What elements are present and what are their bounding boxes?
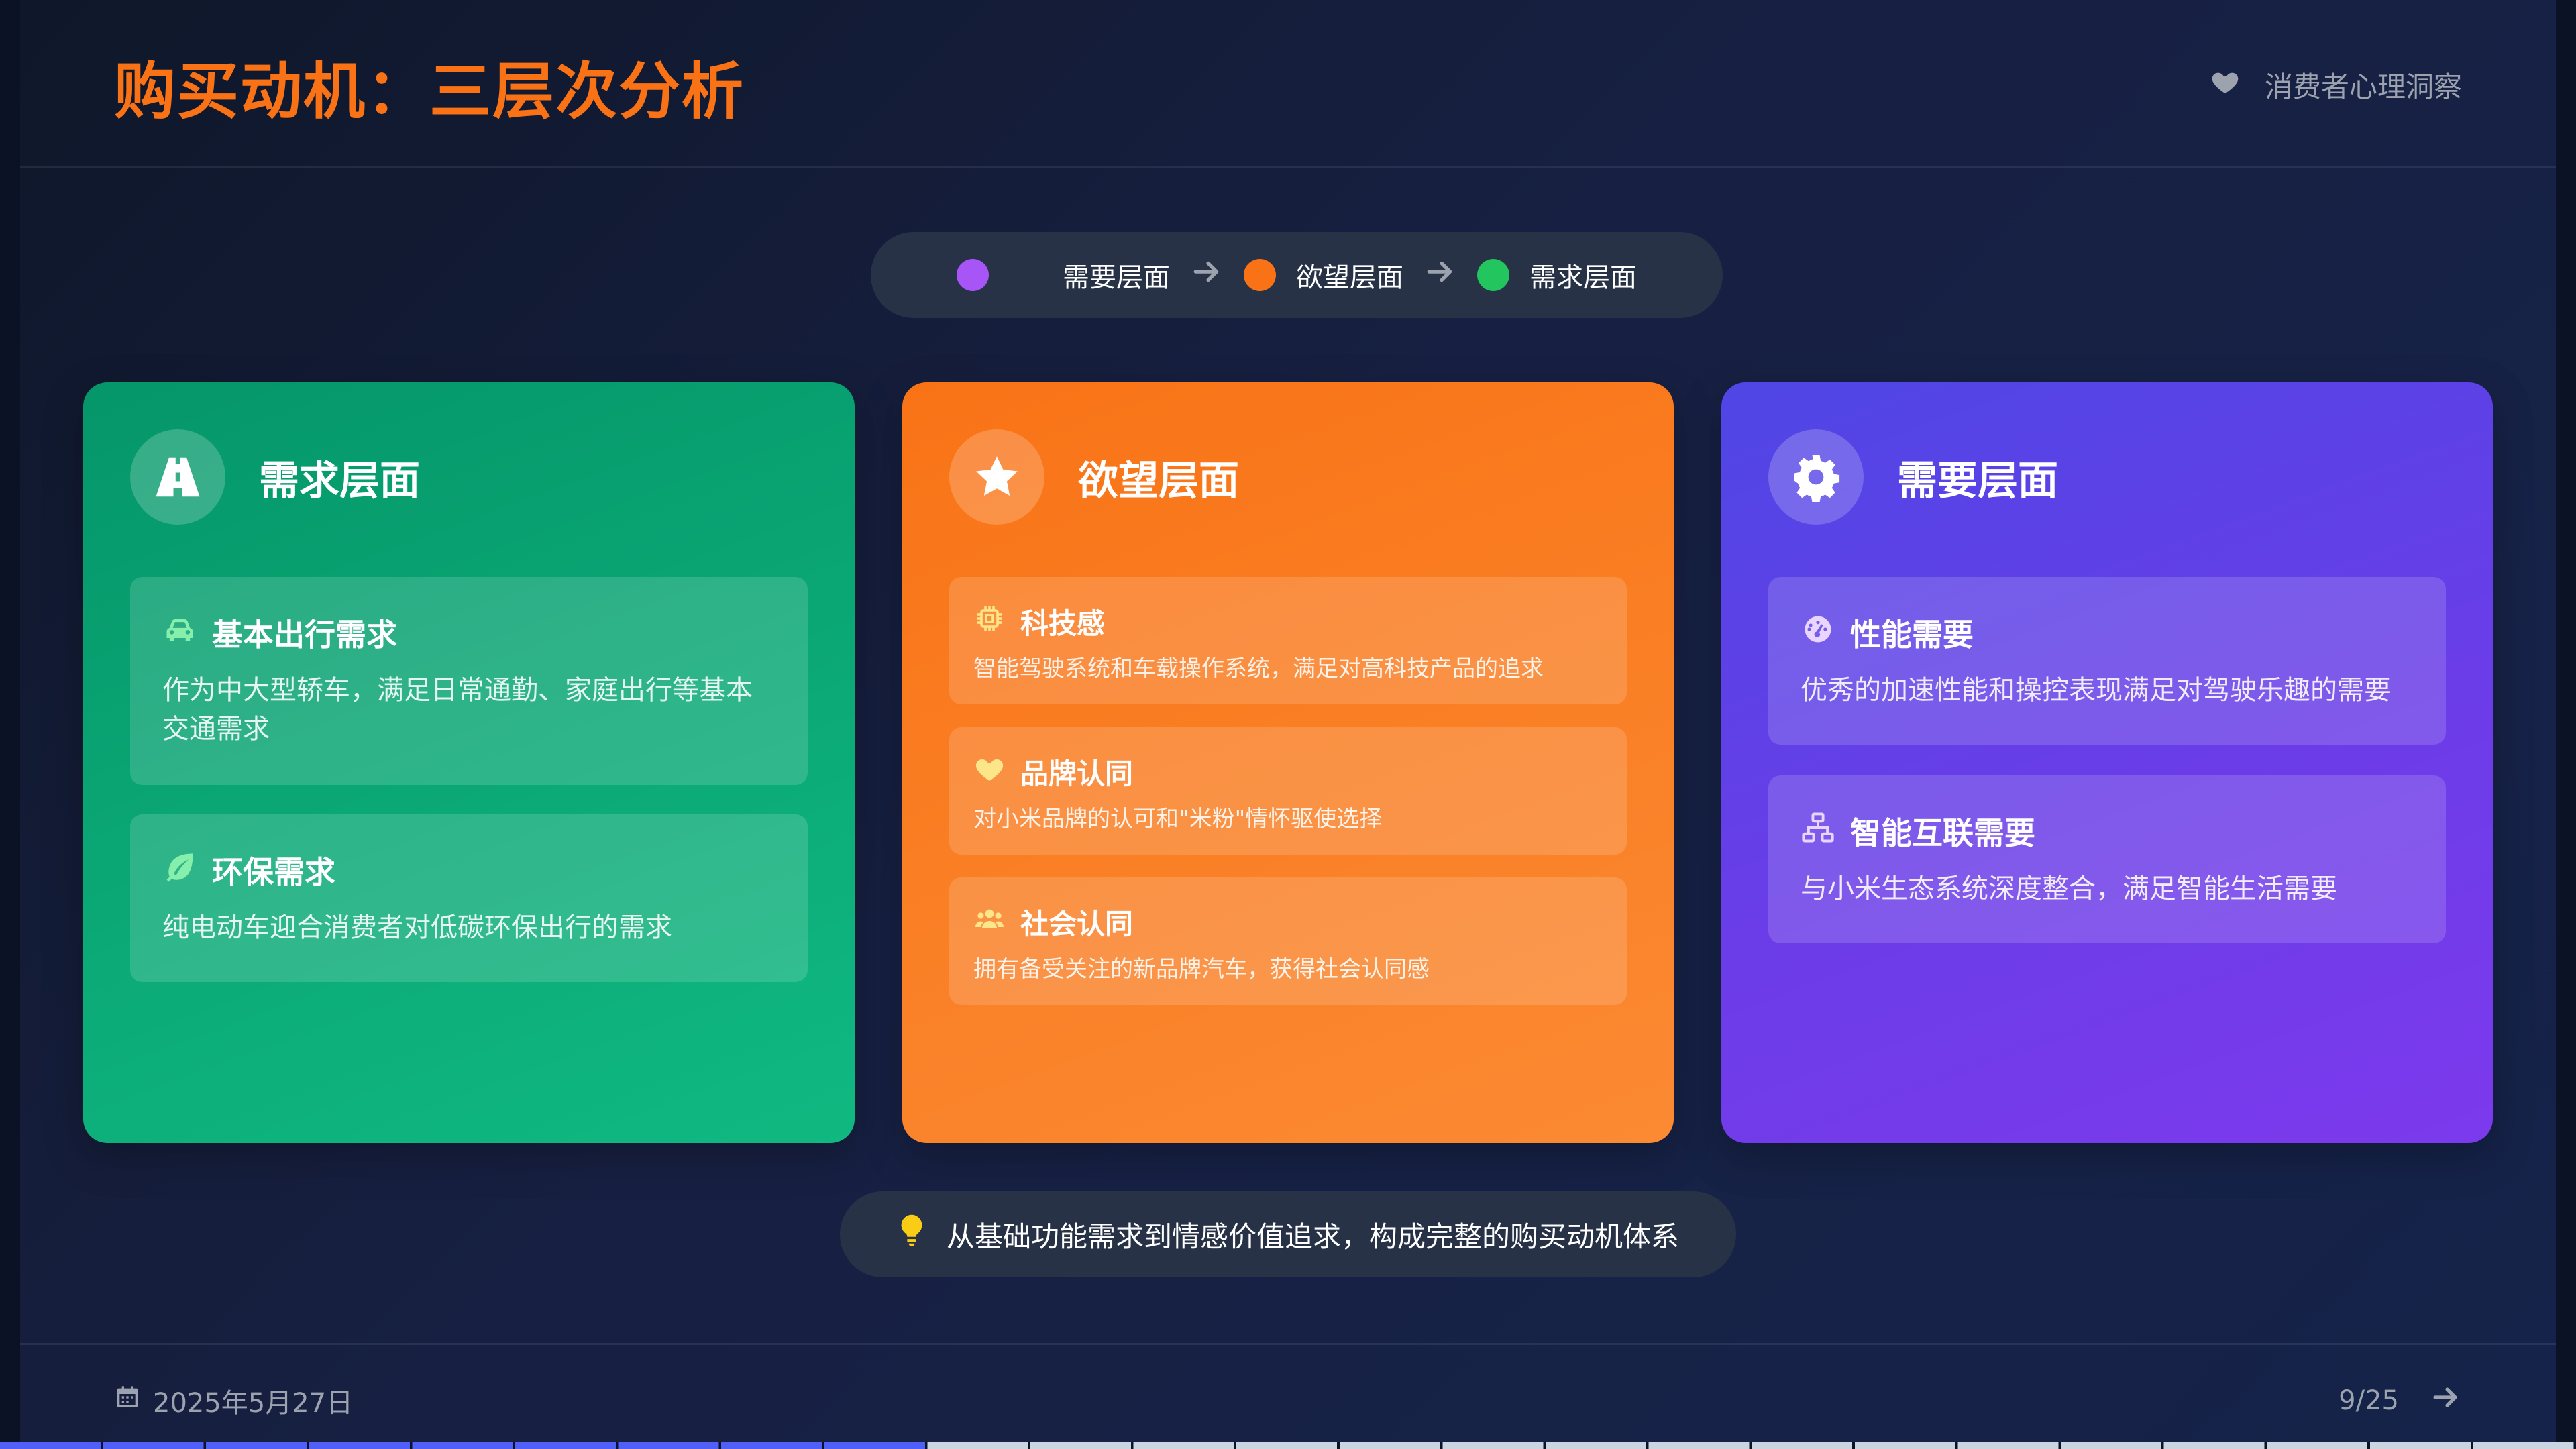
flow-step-demand: 需求层面 <box>1477 256 1637 294</box>
flow-dot-orange <box>1244 259 1276 291</box>
calendar-icon <box>114 1384 141 1417</box>
lightbulb-icon <box>897 1213 926 1256</box>
motive-item: 智能互联需要 与小米生态系统深度整合，满足智能生活需要 <box>1768 775 2446 943</box>
motive-item: 环保需求 纯电动车迎合消费者对低碳环保出行的需求 <box>130 814 808 982</box>
leaf-icon <box>162 849 197 892</box>
motive-item-desc: 对小米品牌的认可和"米粉"情怀驱使选择 <box>973 806 1383 833</box>
motive-item-title: 环保需求 <box>212 854 335 890</box>
motive-item-desc: 与小米生态系统深度整合，满足智能生活需要 <box>1801 873 2337 904</box>
road-icon <box>130 429 225 525</box>
flow-legend: 需要层面 欲望层面 需求层面 <box>871 232 1723 318</box>
motive-item-title: 社会认同 <box>1020 908 1134 941</box>
page-number: 9/25 <box>2339 1385 2399 1416</box>
header-tag-label: 消费者心理洞察 <box>2264 70 2462 103</box>
slide: 购买动机：三层次分析 消费者心理洞察 需要层面 欲望层面 需求层面 需求层面 基… <box>20 0 2556 1449</box>
motive-item-header: 性能需要 <box>1801 610 2414 655</box>
card-header: 需求层面 <box>130 429 420 525</box>
arrow-right-icon <box>1190 255 1224 295</box>
users-icon <box>973 903 1006 942</box>
card-desire-level: 欲望层面 科技感 智能驾驶系统和车载操作系统，满足对高科技产品的追求 品牌认同 … <box>902 382 1674 1143</box>
flow-step-label: 欲望层面 <box>1296 262 1403 293</box>
card-title: 需要层面 <box>1897 457 2058 504</box>
motive-item-title: 品牌认同 <box>1020 757 1134 790</box>
motive-item-title: 基本出行需求 <box>212 616 397 653</box>
motive-item-desc: 作为中大型轿车，满足日常通勤、家庭出行等基本交通需求 <box>162 675 753 745</box>
footer: 2025年5月27日 9/25 <box>20 1343 2556 1449</box>
motive-item: 基本出行需求 作为中大型轿车，满足日常通勤、家庭出行等基本交通需求 <box>130 577 808 785</box>
page-title: 购买动机：三层次分析 <box>114 56 745 127</box>
motive-item-desc: 智能驾驶系统和车载操作系统，满足对高科技产品的追求 <box>973 655 1544 682</box>
flow-dot-purple <box>957 259 989 291</box>
card-header: 欲望层面 <box>949 429 1239 525</box>
flow-step-need: 需要层面 <box>957 256 1170 294</box>
heart-icon <box>2210 66 2241 104</box>
network-icon <box>1801 810 1835 853</box>
gear-icon <box>1768 429 1864 525</box>
header: 购买动机：三层次分析 消费者心理洞察 <box>20 0 2556 168</box>
motive-item-title: 科技感 <box>1020 607 1106 640</box>
flow-step-desire: 欲望层面 <box>1244 256 1403 294</box>
footer-date: 2025年5月27日 <box>114 1381 353 1420</box>
arrow-right-icon <box>1424 255 1457 295</box>
flow-dot-green <box>1477 259 1509 291</box>
motive-item-title: 性能需要 <box>1850 616 1974 653</box>
progress-bar <box>0 1442 2576 1449</box>
motive-item-header: 基本出行需求 <box>162 610 775 655</box>
motive-item-header: 环保需求 <box>162 848 775 892</box>
motive-item: 性能需要 优秀的加速性能和操控表现满足对驾驶乐趣的需要 <box>1768 577 2446 745</box>
flow-step-label: 需求层面 <box>1529 262 1637 293</box>
motive-item-header: 品牌认同 <box>973 751 1603 792</box>
card-title: 需求层面 <box>259 457 420 504</box>
date-label: 2025年5月27日 <box>153 1388 354 1419</box>
card-title: 欲望层面 <box>1078 457 1239 504</box>
card-demand-level: 需求层面 基本出行需求 作为中大型轿车，满足日常通勤、家庭出行等基本交通需求 环… <box>83 382 855 1143</box>
star-icon <box>949 429 1044 525</box>
next-arrow-icon[interactable] <box>2430 1381 2462 1420</box>
motive-item: 品牌认同 对小米品牌的认可和"米粉"情怀驱使选择 <box>949 727 1627 855</box>
header-tag: 消费者心理洞察 <box>2210 64 2462 105</box>
car-icon <box>162 612 197 654</box>
motive-item-header: 社会认同 <box>973 902 1603 943</box>
flow-step-label: 需要层面 <box>1063 262 1170 293</box>
insight-text: 从基础功能需求到情感价值追求，构成完整的购买动机体系 <box>946 1220 1679 1253</box>
gauge-icon <box>1801 612 1835 654</box>
chip-icon <box>973 602 1006 641</box>
motive-item-title: 智能互联需要 <box>1850 815 2035 851</box>
card-header: 需要层面 <box>1768 429 2058 525</box>
motive-item: 社会认同 拥有备受关注的新品牌汽车，获得社会认同感 <box>949 877 1627 1005</box>
motive-item-desc: 纯电动车迎合消费者对低碳环保出行的需求 <box>162 912 672 943</box>
motive-item-desc: 优秀的加速性能和操控表现满足对驾驶乐趣的需要 <box>1801 675 2391 706</box>
progress-ticks <box>0 1442 2576 1449</box>
heart-icon <box>973 753 1006 792</box>
motive-item-header: 智能互联需要 <box>1801 809 2414 853</box>
motive-item: 科技感 智能驾驶系统和车载操作系统，满足对高科技产品的追求 <box>949 577 1627 704</box>
insight-banner: 从基础功能需求到情感价值追求，构成完整的购买动机体系 <box>840 1191 1736 1277</box>
motive-item-desc: 拥有备受关注的新品牌汽车，获得社会认同感 <box>973 956 1430 983</box>
motive-item-header: 科技感 <box>973 601 1603 642</box>
pager: 9/25 <box>2339 1381 2462 1420</box>
card-need-level: 需要层面 性能需要 优秀的加速性能和操控表现满足对驾驶乐趣的需要 智能互联需要 … <box>1721 382 2493 1143</box>
